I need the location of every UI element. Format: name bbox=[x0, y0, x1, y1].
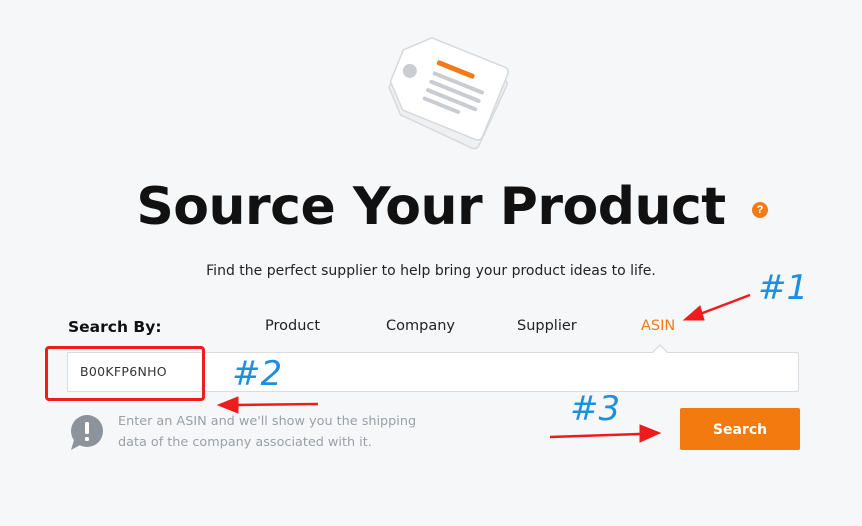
price-tag-icon bbox=[388, 36, 509, 150]
annotation-highlight-box bbox=[45, 346, 205, 401]
annotation-arrow-1 bbox=[682, 293, 751, 321]
info-bubble-icon bbox=[71, 415, 103, 450]
search-button[interactable]: Search bbox=[680, 408, 800, 450]
active-tab-pointer-fill bbox=[652, 346, 668, 354]
page-title: Source Your Product bbox=[136, 177, 726, 237]
tab-supplier[interactable]: Supplier bbox=[517, 318, 577, 334]
annotation-label-1: #1 bbox=[758, 268, 809, 308]
search-by-label: Search By: bbox=[68, 318, 162, 336]
annotation-label-2: #2 bbox=[232, 354, 283, 394]
asin-hint-text: Enter an ASIN and we'll show you the shi… bbox=[118, 414, 417, 450]
annotation-label-3: #3 bbox=[570, 389, 621, 429]
page-subtitle: Find the perfect supplier to help bring … bbox=[206, 263, 656, 279]
tab-asin[interactable]: ASIN bbox=[641, 318, 675, 334]
help-icon[interactable]: ? bbox=[752, 202, 768, 218]
tab-product[interactable]: Product bbox=[265, 318, 320, 334]
tab-company[interactable]: Company bbox=[386, 318, 455, 334]
